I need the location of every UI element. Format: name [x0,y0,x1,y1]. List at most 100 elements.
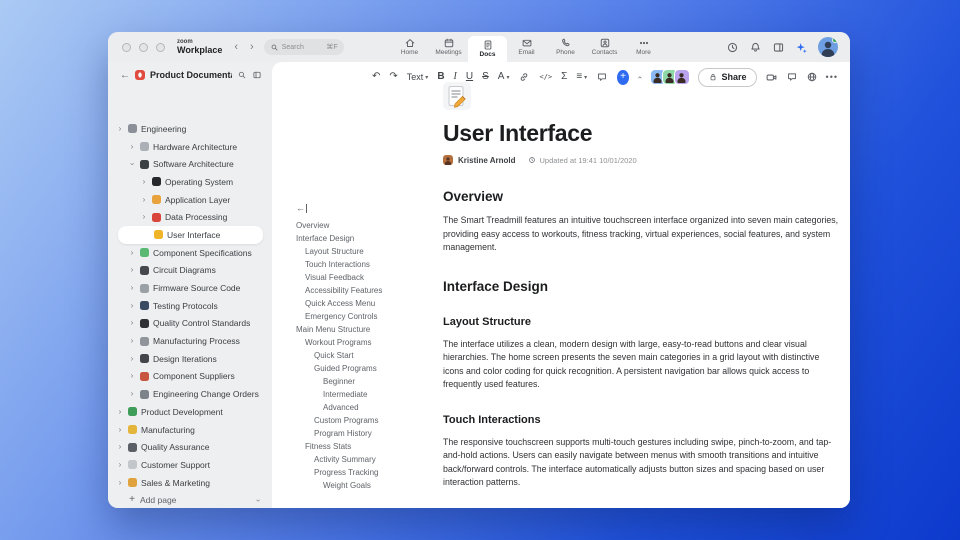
page-title[interactable]: User Interface [443,120,839,147]
tree-item-operating-system[interactable]: › Operating System [108,173,272,191]
tree-item-component-suppliers[interactable]: › Component Suppliers [108,368,272,386]
tree-item-sales-marketing[interactable]: › Sales & Marketing [108,474,272,492]
chevron-right-icon[interactable]: › [128,354,136,363]
tree-item-hardware-architecture[interactable]: › Hardware Architecture [108,138,272,156]
doc-paragraph[interactable]: The responsive touchscreen supports mult… [443,436,839,490]
tree-item-engineering[interactable]: › Engineering [108,120,272,138]
chevron-right-icon[interactable]: › [128,142,136,151]
undo-button[interactable]: ↶ [372,72,380,82]
doc-heading-interface-design[interactable]: Interface Design [443,279,839,294]
tab-email[interactable]: Email [507,32,546,62]
user-avatar[interactable] [818,37,838,57]
chevron-right-icon[interactable]: › [128,266,136,274]
outline-item-layout-structure[interactable]: Layout Structure [296,245,436,258]
doc-heading-layout-structure[interactable]: Layout Structure [443,316,839,328]
tree-item-design-iterations[interactable]: › Design Iterations [108,350,272,368]
chevron-right-icon[interactable]: › [128,337,136,345]
sidebar-search-icon[interactable] [237,70,247,80]
doc-heading-touch-interactions[interactable]: Touch Interactions [443,414,839,426]
tab-phone[interactable]: Phone [546,32,585,62]
outline-item-weight-goals[interactable]: Weight Goals [296,479,436,492]
tree-item-circuit-diagrams[interactable]: › Circuit Diagrams [108,262,272,280]
tree-item-application-layer[interactable]: › Application Layer [108,191,272,209]
chevron-right-icon[interactable]: › [128,284,136,292]
chevron-right-icon[interactable]: › [116,478,124,487]
outline-item-fitness-stats[interactable]: Fitness Stats [296,440,436,453]
chevron-right-icon[interactable]: › [140,213,148,221]
text-style-dropdown[interactable]: Text ▾ [407,72,429,82]
chevron-right-icon[interactable]: › [128,301,136,310]
tab-contacts[interactable]: Contacts [585,32,624,62]
outline-item-advanced[interactable]: Advanced [296,401,436,414]
outline-item-workout-programs[interactable]: Workout Programs [296,336,436,349]
minimize-window-button[interactable] [139,42,148,52]
collapse-outline-icon[interactable]: ← [296,204,307,213]
redo-button[interactable]: ↷ [389,72,397,82]
chevron-right-icon[interactable]: › [128,319,136,327]
outline-item-intermediate[interactable]: Intermediate [296,388,436,401]
tab-meetings[interactable]: Meetings [429,32,468,62]
history-clock-icon[interactable] [726,41,739,54]
outline-item-quick-access-menu[interactable]: Quick Access Menu [296,297,436,310]
chevron-right-icon[interactable]: › [116,425,124,434]
side-panel-icon[interactable] [772,41,785,54]
outline-item-accessibility-features[interactable]: Accessibility Features [296,284,436,297]
chevron-right-icon[interactable]: › [128,390,136,398]
tree-item-product-development[interactable]: › Product Development [108,403,272,421]
outline-item-guided-programs[interactable]: Guided Programs [296,362,436,375]
tree-item-software-architecture[interactable]: › Software Architecture [108,155,272,173]
chevron-right-icon[interactable]: › [116,443,124,451]
outline-item-overview[interactable]: Overview [296,219,436,232]
computer-icon [140,159,149,169]
tree-item-quality-control-standards[interactable]: › Quality Control Standards [108,315,272,333]
outline-item-progress-tracking[interactable]: Progress Tracking [296,466,436,479]
chevron-right-icon[interactable]: › [116,407,124,416]
doc-paragraph[interactable]: The Smart Treadmill features an intuitiv… [443,214,839,255]
nav-forward-button[interactable]: › [250,41,254,53]
zoom-window-button[interactable] [156,42,165,52]
chevron-right-icon[interactable]: › [116,124,124,133]
outline-item-touch-interactions[interactable]: Touch Interactions [296,258,436,271]
notifications-bell-icon[interactable] [749,41,762,54]
outline-item-activity-summary[interactable]: Activity Summary [296,453,436,466]
doc-paragraph[interactable]: The interface utilizes a clean, modern d… [443,338,839,392]
outline-item-program-history[interactable]: Program History [296,427,436,440]
document-body[interactable]: User Interface Kristine Arnold Updated a… [443,62,839,490]
outline-item-custom-programs[interactable]: Custom Programs [296,414,436,427]
outline-item-visual-feedback[interactable]: Visual Feedback [296,271,436,284]
tree-item-customer-support[interactable]: › Customer Support [108,456,272,474]
tree-item-data-processing[interactable]: › Data Processing [108,208,272,226]
outline-item-emergency-controls[interactable]: Emergency Controls [296,310,436,323]
tab-more[interactable]: More [624,32,663,62]
tab-home[interactable]: Home [390,32,429,62]
chevron-down-icon[interactable]: › [254,499,263,502]
chevron-right-icon[interactable]: › [128,372,136,380]
global-search-input[interactable]: Search ⌘F [263,39,344,55]
tree-item-testing-protocols[interactable]: › Testing Protocols [108,297,272,315]
tree-item-component-specifications[interactable]: › Component Specifications [108,244,272,262]
tree-item-quality-assurance[interactable]: › Quality Assurance [108,438,272,456]
outline-item-main-menu-structure[interactable]: Main Menu Structure [296,323,436,336]
add-page-button[interactable]: + Add page › [108,491,272,508]
tree-item-firmware-source-code[interactable]: › Firmware Source Code [108,279,272,297]
tab-docs[interactable]: Docs [468,36,507,62]
chevron-right-icon[interactable]: › [116,460,124,469]
tree-item-manufacturing-process[interactable]: › Manufacturing Process [108,332,272,350]
tree-item-manufacturing[interactable]: › Manufacturing [108,421,272,439]
sidebar-panel-toggle-icon[interactable] [252,70,262,80]
chevron-down-icon[interactable]: › [128,160,137,168]
sidebar-back-button[interactable]: ← [120,70,130,81]
chevron-right-icon[interactable]: › [128,248,136,257]
ai-companion-sparkle-icon[interactable] [795,41,808,54]
nav-back-button[interactable]: ‹ [234,41,238,53]
chevron-right-icon[interactable]: › [140,195,148,204]
doc-heading-overview[interactable]: Overview [443,189,839,204]
tree-item-engineering-change-orders[interactable]: › Engineering Change Orders [108,385,272,403]
outline-item-beginner[interactable]: Beginner [296,375,436,388]
close-window-button[interactable] [122,42,131,52]
tree-item-user-interface[interactable]: User Interface [118,226,263,244]
window-controls[interactable] [122,42,165,52]
outline-item-interface-design[interactable]: Interface Design [296,232,436,245]
outline-item-quick-start[interactable]: Quick Start [296,349,436,362]
chevron-right-icon[interactable]: › [140,177,148,186]
